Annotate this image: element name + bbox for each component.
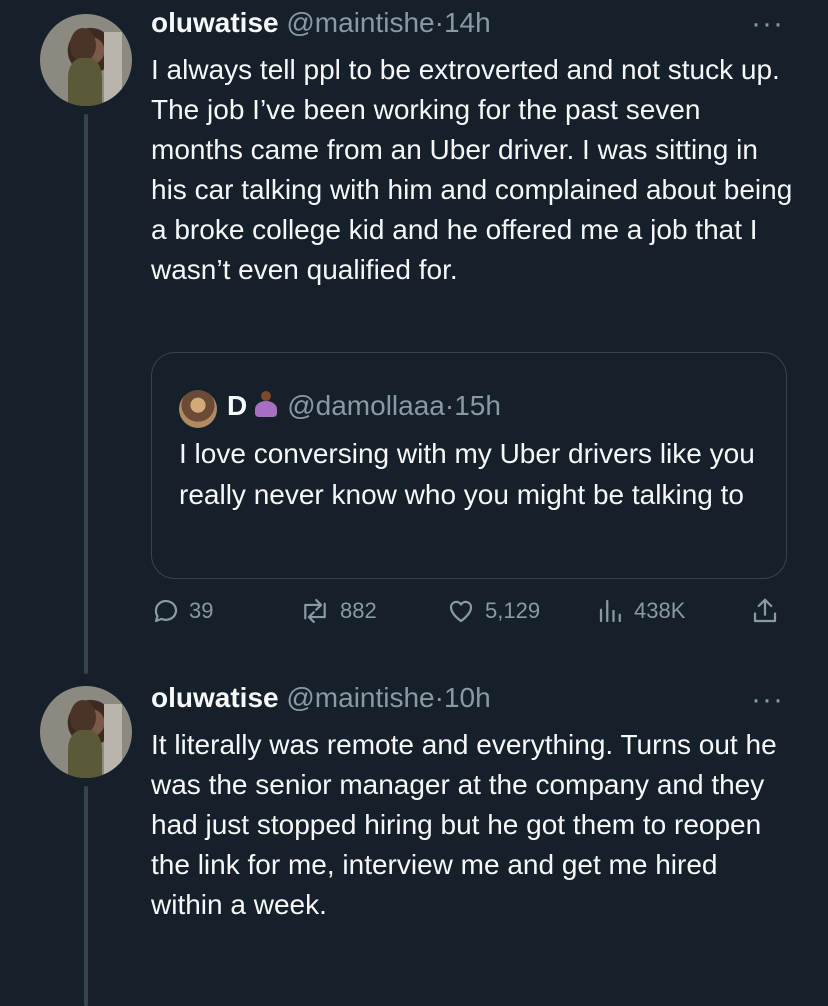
tweet[interactable]: oluwatise @maintishe·10h ··· It literall…: [0, 672, 828, 1006]
retweet-button[interactable]: 882: [298, 596, 377, 626]
views-icon: [599, 599, 621, 623]
retweet-count: 882: [340, 598, 377, 623]
separator-dot: ·: [434, 682, 444, 713]
retweet-icon: [304, 598, 326, 624]
separator-dot: ·: [444, 390, 455, 421]
display-name[interactable]: oluwatise: [151, 7, 279, 38]
tweet-header: oluwatise @maintishe·10h: [151, 681, 491, 715]
more-options-icon[interactable]: ···: [751, 9, 784, 39]
quoted-avatar: [179, 390, 217, 428]
tweet-header: oluwatise @maintishe·14h: [151, 6, 491, 40]
quoted-display-name: D: [227, 390, 248, 421]
separator-dot: ·: [434, 7, 444, 38]
reply-count: 39: [189, 598, 214, 623]
username[interactable]: @maintishe: [286, 7, 434, 38]
share-button[interactable]: [750, 596, 780, 626]
views-button[interactable]: 438K: [596, 596, 685, 626]
timestamp[interactable]: 10h: [444, 682, 491, 713]
avatar[interactable]: [40, 686, 132, 778]
quoted-header: D @damollaaa·15h: [227, 389, 501, 423]
more-options-icon[interactable]: ···: [751, 685, 784, 715]
quoted-username: @damollaaa: [287, 390, 445, 421]
tweet-text: It literally was remote and everything. …: [151, 729, 777, 920]
timestamp[interactable]: 14h: [444, 7, 491, 38]
thread-line: [84, 786, 88, 1006]
display-name[interactable]: oluwatise: [151, 682, 279, 713]
tweet-text: I always tell ppl to be extroverted and …: [151, 54, 793, 285]
like-button[interactable]: 5,129: [445, 596, 540, 626]
like-count: 5,129: [485, 598, 541, 623]
quoted-tweet[interactable]: D @damollaaa·15h I love conversing with m…: [151, 352, 787, 579]
views-count: 438K: [634, 598, 686, 623]
username[interactable]: @maintishe: [286, 682, 434, 713]
tweet-actions: 39 882 5,129 438K: [0, 596, 828, 636]
quoted-timestamp: 15h: [454, 390, 501, 421]
avatar[interactable]: [40, 14, 132, 106]
reply-icon: [154, 599, 178, 623]
tweet[interactable]: oluwatise @maintishe·14h ··· I always te…: [0, 0, 828, 674]
quoted-text: I love conversing with my Uber drivers l…: [179, 438, 755, 510]
person-in-lotus-position-emoji-icon: [251, 389, 281, 419]
reply-button[interactable]: 39: [151, 596, 213, 626]
share-icon: [753, 598, 777, 623]
thread-line: [84, 114, 88, 674]
heart-icon: [449, 600, 473, 623]
